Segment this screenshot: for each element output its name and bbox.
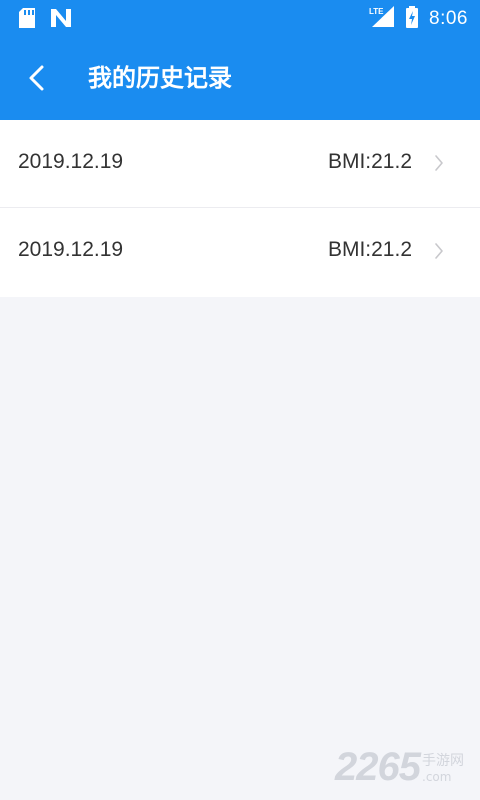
list-item[interactable]: 2019.12.19 BMI:21.2 xyxy=(0,208,480,297)
back-button[interactable] xyxy=(18,60,54,96)
page-title: 我的历史记录 xyxy=(88,64,232,92)
status-time: 8:06 xyxy=(429,8,468,29)
signal-icon: LTE xyxy=(369,6,395,32)
list-item[interactable]: 2019.12.19 BMI:21.2 xyxy=(0,120,480,208)
watermark-text: 手游网 xyxy=(422,753,464,769)
battery-charging-icon xyxy=(405,6,419,32)
chevron-left-icon xyxy=(29,65,44,91)
history-list: 2019.12.19 BMI:21.2 2019.12.19 BMI:21.2 xyxy=(0,120,480,297)
status-bar: LTE 8:06 xyxy=(0,0,480,36)
n-notification-icon xyxy=(50,8,72,32)
watermark-logo: 2265 手游网 .com xyxy=(335,745,464,790)
chevron-right-icon xyxy=(435,243,443,259)
record-date: 2019.12.19 xyxy=(18,150,124,173)
record-bmi: BMI:21.2 xyxy=(327,238,412,261)
record-date: 2019.12.19 xyxy=(18,238,124,261)
chevron-right-icon xyxy=(435,155,443,171)
network-type: LTE xyxy=(369,7,384,16)
watermark-suffix: .com xyxy=(422,770,452,784)
watermark-number: 2265 xyxy=(335,745,421,789)
record-bmi: BMI:21.2 xyxy=(327,150,412,173)
app-bar: 我的历史记录 xyxy=(0,36,480,120)
sd-card-icon xyxy=(18,7,36,33)
